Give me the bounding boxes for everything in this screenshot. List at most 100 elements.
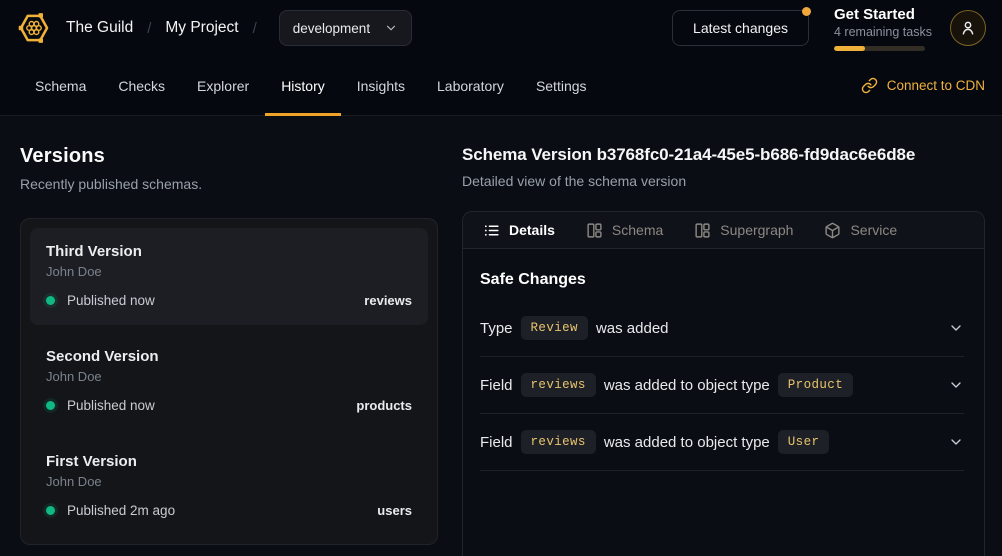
version-list-item[interactable]: Third Version John Doe Published now rev… <box>30 228 428 325</box>
version-service: reviews <box>364 293 412 308</box>
change-text: was added to object type <box>604 377 770 394</box>
tab-service[interactable]: Service <box>824 222 897 239</box>
panels-icon <box>694 222 711 239</box>
change-description: Field reviews was added to object type U… <box>480 430 837 454</box>
top-zone: The Guild / My Project / development Lat… <box>0 0 1002 116</box>
change-text: Field <box>480 377 513 394</box>
version-author: John Doe <box>46 264 412 279</box>
tab-details-label: Details <box>509 222 555 238</box>
code-badge: reviews <box>521 373 596 397</box>
breadcrumb: The Guild / My Project / development <box>16 10 412 46</box>
published-dot-icon <box>46 401 55 410</box>
notification-dot <box>802 7 811 16</box>
get-started-title: Get Started <box>834 6 925 23</box>
version-list-item[interactable]: Second Version John Doe Published now pr… <box>30 333 428 430</box>
chevron-down-icon[interactable] <box>948 434 964 450</box>
schema-version-title: Schema Version b3768fc0-21a4-45e5-b686-f… <box>462 145 985 165</box>
version-name: Third Version <box>46 243 412 260</box>
tab-supergraph-label: Supergraph <box>720 222 793 238</box>
safe-changes-title: Safe Changes <box>480 271 964 289</box>
published-label: Published now <box>67 293 155 308</box>
get-started-subtitle: 4 remaining tasks <box>834 25 925 39</box>
published-dot-icon <box>46 296 55 305</box>
get-started-progress-bar <box>834 46 925 51</box>
version-author: John Doe <box>46 474 412 489</box>
code-badge: reviews <box>521 430 596 454</box>
tab-schema-view-label: Schema <box>612 222 663 238</box>
schema-version-panel: Schema Version b3768fc0-21a4-45e5-b686-f… <box>458 116 1002 556</box>
change-row[interactable]: Field reviews was added to object type P… <box>480 357 964 414</box>
change-text: Field <box>480 434 513 451</box>
top-bar: The Guild / My Project / development Lat… <box>0 0 1002 56</box>
get-started-progress-fill <box>834 46 865 51</box>
change-text: Type <box>480 320 513 337</box>
version-status: Published 2m ago <box>46 503 175 518</box>
environment-select-value: development <box>293 21 370 36</box>
tab-explorer[interactable]: Explorer <box>181 56 265 115</box>
version-list-item[interactable]: First Version John Doe Published 2m ago … <box>30 438 428 535</box>
change-description: Field reviews was added to object type P… <box>480 373 861 397</box>
tab-schema-view[interactable]: Schema <box>586 222 663 239</box>
version-name: First Version <box>46 453 412 470</box>
tab-laboratory[interactable]: Laboratory <box>421 56 520 115</box>
panels-icon <box>586 222 603 239</box>
list-icon <box>483 222 500 239</box>
version-service: products <box>356 398 412 413</box>
chevron-down-icon[interactable] <box>948 377 964 393</box>
version-name: Second Version <box>46 348 412 365</box>
link-icon <box>861 77 878 94</box>
published-label: Published 2m ago <box>67 503 175 518</box>
code-badge: Product <box>778 373 853 397</box>
change-row[interactable]: Field reviews was added to object type U… <box>480 414 964 471</box>
tab-service-label: Service <box>850 222 897 238</box>
nav-tabs: Schema Checks Explorer History Insights … <box>19 56 603 115</box>
chevron-down-icon[interactable] <box>948 320 964 336</box>
version-status: Published now <box>46 293 155 308</box>
tab-details[interactable]: Details <box>483 222 555 239</box>
connect-to-cdn-link[interactable]: Connect to CDN <box>861 56 985 115</box>
change-description: Type Review was added <box>480 316 669 340</box>
connect-to-cdn-label: Connect to CDN <box>887 78 985 93</box>
versions-title: Versions <box>20 145 438 168</box>
breadcrumb-separator: / <box>147 20 151 37</box>
breadcrumb-separator: / <box>253 20 257 37</box>
version-author: John Doe <box>46 369 412 384</box>
chevron-down-icon <box>384 21 398 35</box>
version-service: users <box>377 503 412 518</box>
latest-changes-button[interactable]: Latest changes <box>672 10 809 46</box>
tab-checks[interactable]: Checks <box>102 56 181 115</box>
top-bar-actions: Latest changes Get Started 4 remaining t… <box>672 6 986 51</box>
get-started-widget[interactable]: Get Started 4 remaining tasks <box>834 6 925 51</box>
detail-body: Safe Changes Type Review was added <box>463 249 984 471</box>
changes-list: Type Review was added Field reviews was <box>480 300 964 471</box>
version-status: Published now <box>46 398 155 413</box>
user-avatar[interactable] <box>950 10 986 46</box>
published-label: Published now <box>67 398 155 413</box>
environment-select[interactable]: development <box>279 10 412 46</box>
detail-tabbar: Details Schema Sup <box>463 212 984 249</box>
published-dot-icon <box>46 506 55 515</box>
breadcrumb-org[interactable]: The Guild <box>66 19 133 37</box>
versions-card: Third Version John Doe Published now rev… <box>20 218 438 545</box>
change-text: was added <box>596 320 669 337</box>
tab-supergraph[interactable]: Supergraph <box>694 222 793 239</box>
package-icon <box>824 222 841 239</box>
tab-settings[interactable]: Settings <box>520 56 603 115</box>
tab-history[interactable]: History <box>265 56 341 115</box>
change-text: was added to object type <box>604 434 770 451</box>
main-content: Versions Recently published schemas. Thi… <box>0 116 1002 556</box>
user-icon <box>958 18 978 38</box>
tab-schema[interactable]: Schema <box>19 56 102 115</box>
schema-version-card: Details Schema Sup <box>462 211 985 556</box>
code-badge: Review <box>521 316 588 340</box>
schema-version-subtitle: Detailed view of the schema version <box>462 173 985 189</box>
tab-insights[interactable]: Insights <box>341 56 421 115</box>
breadcrumb-project[interactable]: My Project <box>165 19 238 37</box>
versions-subtitle: Recently published schemas. <box>20 176 438 192</box>
change-row[interactable]: Type Review was added <box>480 300 964 357</box>
latest-changes-label: Latest changes <box>693 20 788 36</box>
hive-logo-icon[interactable] <box>16 10 52 46</box>
main-nav: Schema Checks Explorer History Insights … <box>0 56 1002 116</box>
versions-panel: Versions Recently published schemas. Thi… <box>0 116 458 556</box>
code-badge: User <box>778 430 830 454</box>
